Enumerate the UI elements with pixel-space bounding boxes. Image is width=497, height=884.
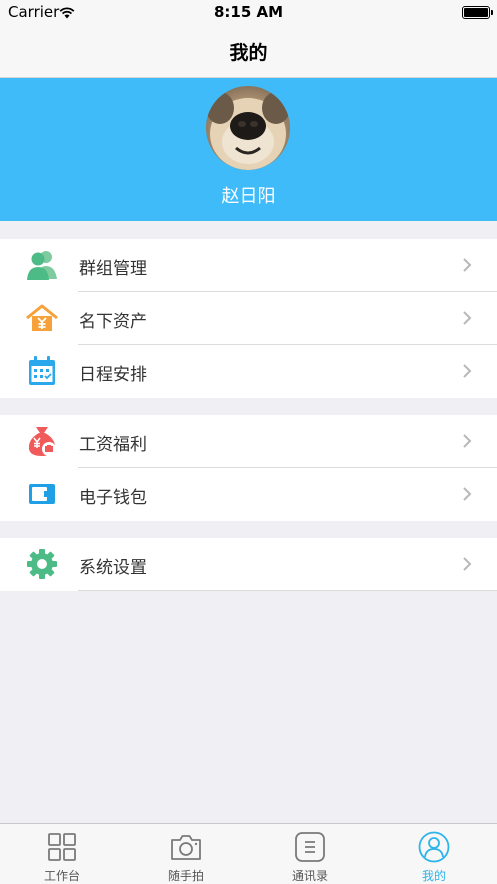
status-bar: Carrier 8:15 AM xyxy=(0,0,497,26)
chevron-right-icon xyxy=(462,556,472,576)
chevron-right-icon xyxy=(462,363,472,383)
menu-item-label: 日程安排 xyxy=(79,365,147,385)
menu-item-schedule[interactable]: 日程安排 xyxy=(0,345,497,398)
chevron-right-icon xyxy=(462,257,472,277)
navigation-bar: 我的 xyxy=(0,26,497,78)
menu-item-label: 工资福利 xyxy=(79,435,147,455)
calendar-icon xyxy=(26,355,58,387)
menu-group-2: 工资福利 电子钱包 xyxy=(0,415,497,521)
menu-item-group-management[interactable]: 群组管理 xyxy=(0,239,497,292)
chevron-right-icon xyxy=(462,486,472,506)
avatar[interactable] xyxy=(206,86,290,170)
tab-label: 随手拍 xyxy=(167,869,204,883)
menu-item-salary-benefits[interactable]: 工资福利 xyxy=(0,415,497,468)
profile-header: 赵日阳 xyxy=(0,78,497,221)
status-time: 8:15 AM xyxy=(213,3,284,21)
money-bag-icon xyxy=(26,425,58,457)
tab-label: 通讯录 xyxy=(291,869,328,883)
tab-bar: 工作台 随手拍 通讯录 我的 xyxy=(0,823,497,884)
menu-item-label: 系统设置 xyxy=(79,558,147,578)
menu-item-system-settings[interactable]: 系统设置 xyxy=(0,538,497,591)
grid-icon xyxy=(46,831,78,867)
tab-label: 工作台 xyxy=(43,869,80,883)
menu-item-label: 电子钱包 xyxy=(79,488,147,508)
menu-group-1: 群组管理 名下资产 日程安排 xyxy=(0,239,497,398)
tab-workbench[interactable]: 工作台 xyxy=(0,824,124,884)
menu-item-label: 群组管理 xyxy=(79,259,147,279)
menu-item-label: 名下资产 xyxy=(79,312,147,332)
tab-snapshot[interactable]: 随手拍 xyxy=(124,824,248,884)
row-divider xyxy=(78,590,497,591)
battery-icon xyxy=(462,6,493,19)
tab-label: 我的 xyxy=(421,869,446,883)
camera-icon xyxy=(170,831,202,867)
chevron-right-icon xyxy=(462,433,472,453)
wallet-icon xyxy=(26,478,58,510)
chevron-right-icon xyxy=(462,310,472,330)
user-icon xyxy=(418,831,450,867)
house-asset-icon xyxy=(26,302,58,334)
group-icon xyxy=(26,249,58,281)
tab-contacts[interactable]: 通讯录 xyxy=(248,824,372,884)
page-title: 我的 xyxy=(229,42,268,64)
tab-mine[interactable]: 我的 xyxy=(372,824,496,884)
gear-icon xyxy=(26,548,58,580)
menu-group-3: 系统设置 xyxy=(0,538,497,591)
menu-item-e-wallet[interactable]: 电子钱包 xyxy=(0,468,497,521)
profile-name: 赵日阳 xyxy=(221,186,276,207)
contacts-list-icon xyxy=(294,831,326,867)
menu-item-assets[interactable]: 名下资产 xyxy=(0,292,497,345)
